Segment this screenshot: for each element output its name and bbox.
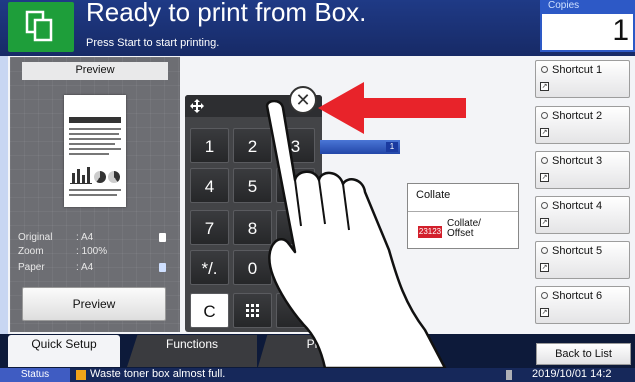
left-stripe [0, 56, 8, 338]
shortcut-link-icon: ↗ [540, 173, 549, 182]
info-paper: Paper : A4 [18, 262, 170, 274]
shortcut-3-button[interactable]: Shortcut 3 ↗ [535, 151, 630, 189]
shortcut-1-button[interactable]: Shortcut 1 ↗ [535, 60, 630, 98]
preview-title-bar: Preview [22, 62, 168, 80]
tab-functions[interactable]: Functions [127, 335, 257, 367]
info-key: Original [18, 232, 53, 243]
shortcut-label: Shortcut 1 [552, 64, 603, 76]
info-value: : 100% [76, 246, 108, 257]
doc-text-line [69, 148, 121, 150]
shortcut-dot-icon [541, 292, 548, 299]
shortcut-dot-icon [541, 247, 548, 254]
key-clear[interactable]: C [190, 293, 229, 328]
key-star-dot[interactable]: */. [190, 250, 229, 285]
status-label[interactable]: Status [0, 369, 70, 380]
doc-text-line [69, 189, 121, 191]
doc-text-line [69, 128, 121, 130]
copies-field[interactable]: Copies 1 [540, 0, 635, 52]
info-original: Original : A4 [18, 232, 170, 244]
doc-text-line [69, 153, 109, 155]
key-1[interactable]: 1 [190, 128, 229, 163]
doc-text-line [69, 133, 119, 135]
key-7[interactable]: 7 [190, 210, 229, 245]
shortcut-6-button[interactable]: Shortcut 6 ↗ [535, 286, 630, 324]
shortcut-label: Shortcut 3 [552, 155, 603, 167]
shortcut-label: Shortcut 5 [552, 245, 603, 257]
shortcut-dot-icon [541, 157, 548, 164]
info-key: Paper [18, 262, 45, 273]
info-key: Zoom [18, 246, 44, 257]
shortcut-dot-icon [541, 112, 548, 119]
doc-bar [77, 169, 80, 183]
paper-tray-icon [159, 263, 166, 272]
hand-pointer-icon [265, 100, 447, 368]
doc-bar [72, 173, 75, 183]
shortcut-label: Shortcut 6 [552, 290, 603, 302]
shortcut-link-icon: ↗ [540, 128, 549, 137]
preview-title: Preview [75, 64, 115, 76]
scroll-indicator [506, 370, 512, 380]
document-thumbnail [64, 95, 126, 207]
info-value: : A4 [76, 262, 94, 273]
doc-text-line [69, 143, 115, 145]
doc-pie-chart [108, 171, 120, 183]
shortcut-dot-icon [541, 202, 548, 209]
shortcut-link-icon: ↗ [540, 308, 549, 317]
back-to-list-button[interactable]: Back to List [536, 343, 631, 365]
copies-value: 1 [612, 14, 629, 47]
info-value: : A4 [76, 232, 94, 243]
page-subtitle: Press Start to start printing. [86, 37, 220, 49]
move-icon [190, 99, 204, 113]
doc-bar-chart [70, 165, 92, 184]
shortcut-dot-icon [541, 66, 548, 73]
shortcut-5-button[interactable]: Shortcut 5 ↗ [535, 241, 630, 279]
shortcut-link-icon: ↗ [540, 218, 549, 227]
copies-label: Copies [548, 0, 580, 11]
shortcut-label: Shortcut 4 [552, 200, 603, 212]
warning-icon [76, 370, 86, 380]
status-message: Waste toner box almost full. [90, 368, 226, 380]
key-4[interactable]: 4 [190, 168, 229, 203]
doc-pie-chart [94, 171, 106, 183]
doc-text-line [69, 194, 117, 196]
copies-label-bar: Copies [542, 0, 633, 14]
shortcut-label: Shortcut 2 [552, 110, 603, 122]
page-orientation-icon [159, 233, 166, 242]
tab-quick-setup[interactable]: Quick Setup [8, 335, 120, 367]
shortcut-link-icon: ↗ [540, 82, 549, 91]
doc-bar [87, 167, 90, 183]
shortcut-4-button[interactable]: Shortcut 4 ↗ [535, 196, 630, 234]
shortcut-2-button[interactable]: Shortcut 2 ↗ [535, 106, 630, 144]
doc-text-line [69, 138, 121, 140]
page-title: Ready to print from Box. [86, 0, 367, 27]
shortcut-link-icon: ↗ [540, 263, 549, 272]
info-zoom: Zoom : 100% [18, 246, 170, 258]
box-print-icon [8, 2, 74, 52]
preview-button[interactable]: Preview [22, 287, 166, 321]
doc-bar [82, 175, 85, 183]
doc-headline [69, 117, 121, 123]
date-time: 2019/10/01 14:2 [532, 368, 612, 380]
